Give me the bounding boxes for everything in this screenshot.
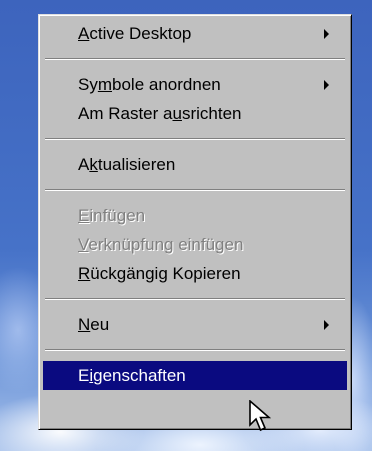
- menu-item-arrange-icons[interactable]: Symbole anordnen: [43, 70, 347, 99]
- menu-separator: [45, 189, 345, 191]
- desktop-context-menu: Active Desktop Symbole anordnen Am Raste…: [38, 14, 352, 430]
- menu-item-active-desktop[interactable]: Active Desktop: [43, 19, 347, 48]
- menu-item-properties[interactable]: Eigenschaften: [43, 361, 347, 390]
- menu-item-label: Symbole anordnen: [78, 75, 221, 94]
- menu-item-label: Einfügen: [78, 206, 146, 225]
- submenu-arrow-icon: [324, 80, 329, 90]
- menu-item-label: Am Raster ausrichten: [78, 104, 242, 123]
- menu-separator: [45, 138, 345, 140]
- menu-item-label: Verknüpfung einfügen: [78, 235, 244, 254]
- mouse-pointer-icon: [249, 400, 272, 432]
- menu-item-undo-copy[interactable]: Rückgängig Kopieren: [43, 259, 347, 288]
- submenu-arrow-icon: [324, 29, 329, 39]
- menu-separator: [45, 349, 345, 351]
- menu-item-align-to-grid[interactable]: Am Raster ausrichten: [43, 99, 347, 128]
- menu-item-label: Active Desktop: [78, 24, 192, 43]
- menu-item-refresh[interactable]: Aktualisieren: [43, 150, 347, 179]
- menu-item-label: Rückgängig Kopieren: [78, 264, 241, 283]
- menu-item-label: Eigenschaften: [78, 366, 186, 385]
- menu-item-label: Aktualisieren: [78, 155, 176, 174]
- menu-separator: [45, 298, 345, 300]
- menu-item-label: Neu: [78, 315, 110, 334]
- menu-item-paste-shortcut: Verknüpfung einfügen: [43, 230, 347, 259]
- submenu-arrow-icon: [324, 320, 329, 330]
- menu-separator: [45, 58, 345, 60]
- menu-item-paste: Einfügen: [43, 201, 347, 230]
- menu-item-new[interactable]: Neu: [43, 310, 347, 339]
